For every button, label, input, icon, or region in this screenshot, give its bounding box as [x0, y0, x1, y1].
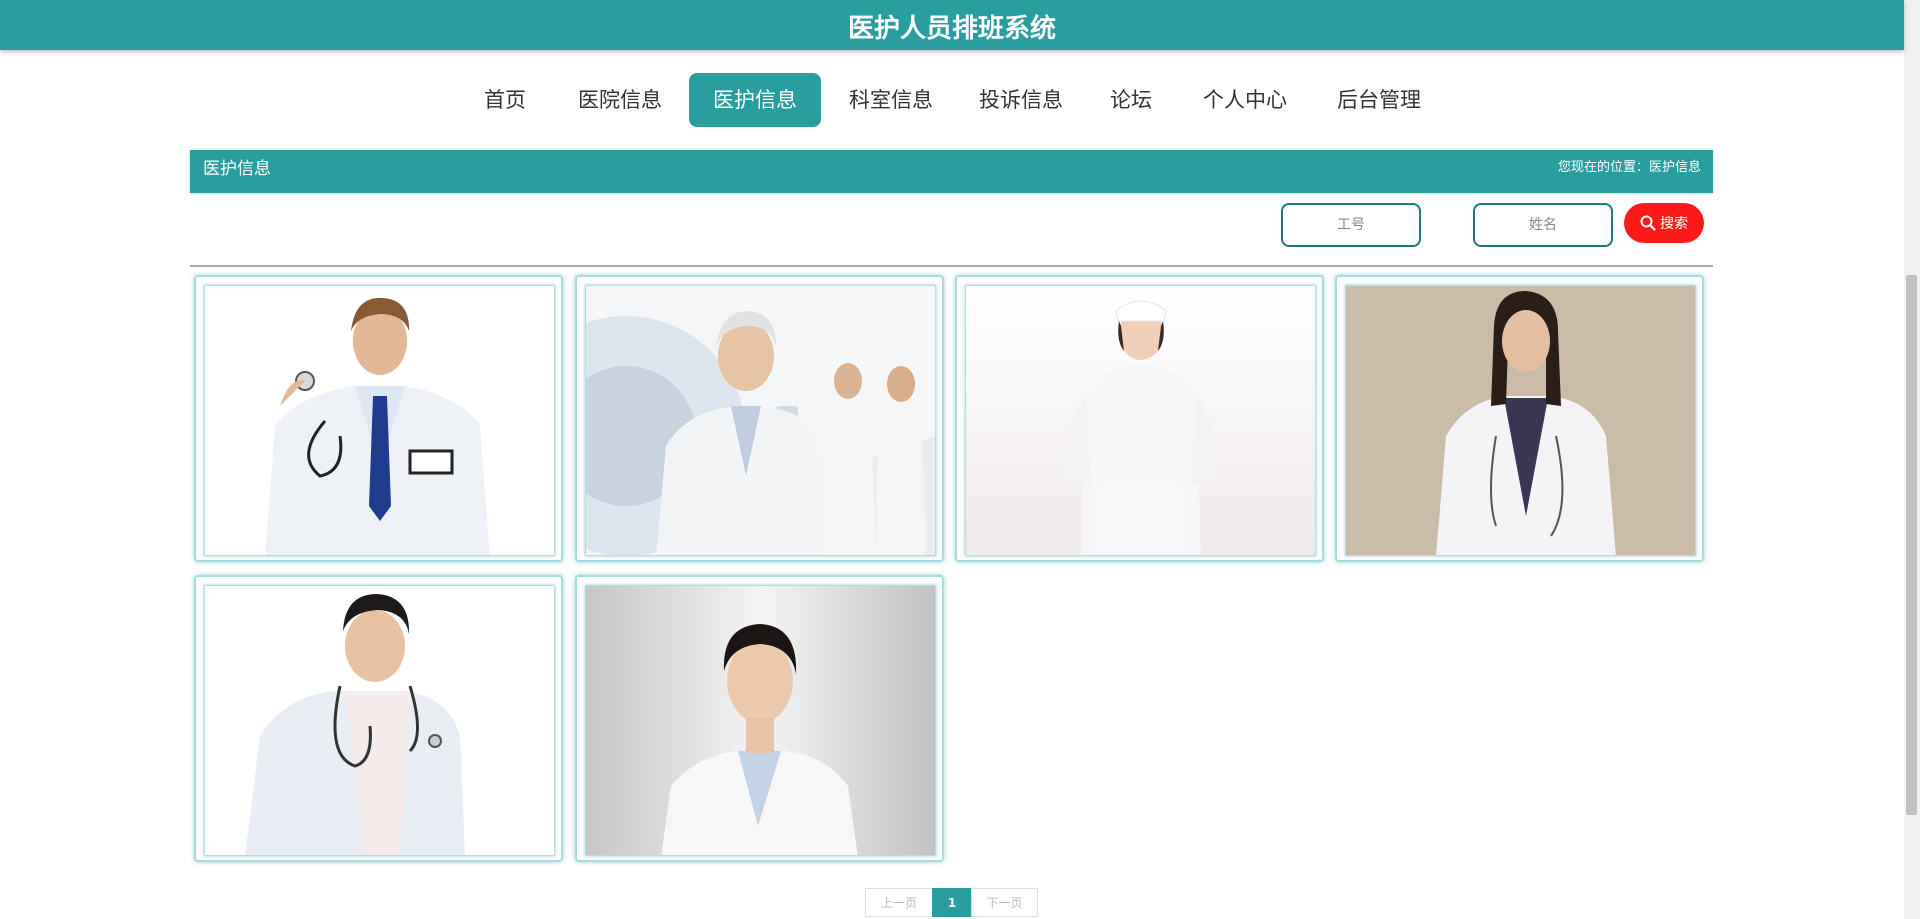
- section-title: 医护信息: [203, 159, 271, 179]
- nav-personal-center[interactable]: 个人中心: [1195, 73, 1295, 127]
- title-bar: 医护人员排班系统: [0, 0, 1904, 50]
- staff-card[interactable]: [575, 275, 944, 562]
- nav-home[interactable]: 首页: [474, 73, 536, 127]
- breadcrumb-location: 您现在的位置：医护信息: [1557, 160, 1701, 175]
- divider: [190, 265, 1713, 267]
- app-title: 医护人员排班系统: [847, 14, 1056, 44]
- staff-photo: [585, 585, 936, 856]
- nav-forum[interactable]: 论坛: [1101, 73, 1161, 127]
- staff-photo: [204, 285, 555, 556]
- nav-admin[interactable]: 后台管理: [1329, 73, 1429, 127]
- next-page-button[interactable]: 下一页: [971, 888, 1038, 917]
- staff-card[interactable]: [1335, 275, 1704, 562]
- staff-photo: [204, 585, 555, 856]
- staff-photo: [585, 285, 936, 556]
- nav-department-info[interactable]: 科室信息: [841, 73, 941, 127]
- nav-medical-staff-info[interactable]: 医护信息: [689, 73, 821, 127]
- search-button[interactable]: 搜索: [1624, 203, 1704, 243]
- scrollbar-thumb[interactable]: [1906, 275, 1917, 815]
- staff-card[interactable]: [194, 275, 563, 562]
- nav-complaint-info[interactable]: 投诉信息: [971, 73, 1071, 127]
- nav-hospital-info[interactable]: 医院信息: [570, 73, 670, 127]
- search-button-label: 搜索: [1660, 215, 1688, 231]
- staff-photo: [1345, 285, 1696, 556]
- current-page[interactable]: 1: [932, 888, 972, 917]
- staff-photo: [965, 285, 1316, 556]
- search-icon: [1640, 215, 1656, 231]
- section-header: 医护信息 您现在的位置：医护信息: [190, 150, 1713, 193]
- name-input[interactable]: [1473, 203, 1613, 247]
- staff-card[interactable]: [194, 575, 563, 862]
- staff-number-input[interactable]: [1281, 203, 1421, 247]
- staff-card[interactable]: [955, 275, 1324, 562]
- page: 医护人员排班系统 首页 医院信息 医护信息 科室信息 投诉信息 论坛 个人中心 …: [0, 0, 1920, 919]
- staff-card[interactable]: [575, 575, 944, 862]
- prev-page-button[interactable]: 上一页: [865, 888, 933, 917]
- main-nav: 首页 医院信息 医护信息 科室信息 投诉信息 论坛 个人中心 后台管理: [0, 73, 1904, 127]
